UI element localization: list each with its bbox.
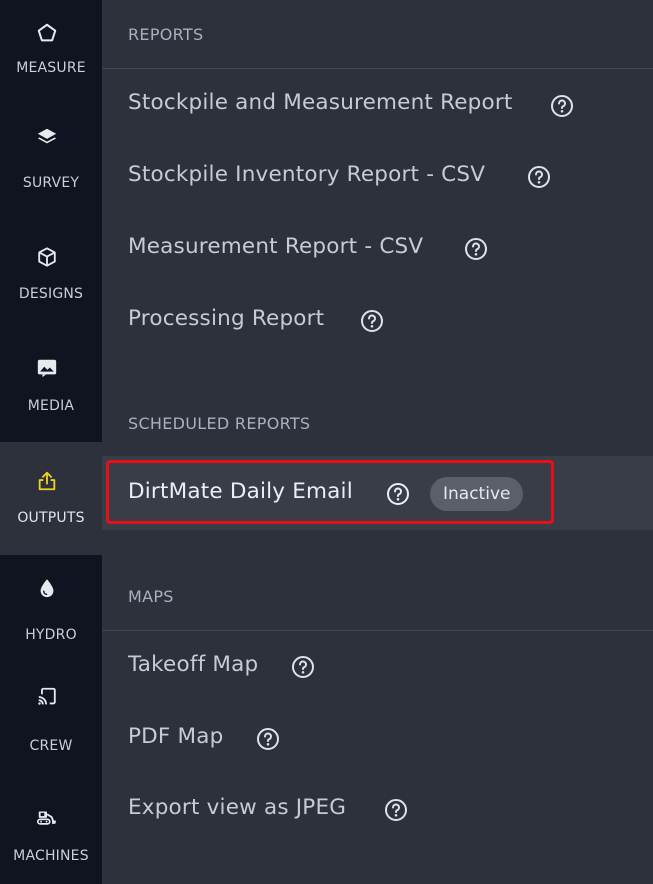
help-icon[interactable]: [386, 482, 410, 506]
nav-label: OUTPUTS: [17, 510, 85, 526]
menu-item-label: PDF Map: [128, 724, 224, 749]
help-icon[interactable]: [550, 94, 574, 118]
help-icon[interactable]: [256, 727, 280, 751]
help-icon[interactable]: [464, 237, 488, 261]
share-upload-icon: [36, 470, 58, 492]
nav-item-outputs[interactable]: OUTPUTS: [0, 442, 102, 555]
menu-item-label: Processing Report: [128, 306, 325, 331]
divider: [102, 68, 653, 69]
nav-label: MACHINES: [13, 848, 89, 864]
nav-label: CREW: [29, 738, 73, 754]
menu-item-stockpile-measurement-report[interactable]: Stockpile and Measurement Report: [102, 76, 653, 132]
menu-item-takeoff-map[interactable]: Takeoff Map: [102, 638, 653, 694]
section-header-scheduled-reports: SCHEDULED REPORTS: [128, 414, 311, 433]
menu-item-label: Takeoff Map: [128, 652, 259, 677]
image-icon: [36, 357, 58, 379]
menu-item-dirtmate-daily-email[interactable]: DirtMate Daily Email Inactive: [102, 456, 653, 530]
pentagon-icon: [36, 22, 58, 44]
help-icon[interactable]: [527, 165, 551, 189]
menu-item-label: Measurement Report - CSV: [128, 234, 424, 259]
nav-label: MEASURE: [16, 60, 86, 76]
nav-label: DESIGNS: [18, 286, 84, 302]
help-icon[interactable]: [291, 655, 315, 679]
nav-label: HYDRO: [25, 627, 77, 643]
menu-item-label: Stockpile and Measurement Report: [128, 90, 513, 115]
nav-item-designs[interactable]: DESIGNS: [0, 228, 102, 328]
section-header-reports: REPORTS: [128, 25, 204, 44]
menu-item-label: Export view as JPEG: [128, 795, 347, 820]
excavator-icon: [36, 806, 58, 828]
menu-item-label: DirtMate Daily Email: [128, 479, 353, 504]
nav-item-crew[interactable]: CREW: [0, 676, 102, 776]
outputs-panel: REPORTS Stockpile and Measurement Report…: [102, 0, 653, 884]
menu-item-pdf-map[interactable]: PDF Map: [102, 710, 653, 766]
nav-item-media[interactable]: MEDIA: [0, 340, 102, 440]
menu-item-label: Stockpile Inventory Report - CSV: [128, 162, 486, 187]
water-drop-icon: [36, 577, 58, 599]
divider: [102, 630, 653, 631]
help-icon[interactable]: [384, 798, 408, 822]
layers-icon: [36, 126, 58, 148]
menu-item-export-view-jpeg[interactable]: Export view as JPEG: [102, 781, 653, 837]
section-header-maps: MAPS: [128, 587, 174, 606]
help-icon[interactable]: [360, 309, 384, 333]
nav-label: MEDIA: [27, 398, 75, 414]
menu-item-stockpile-inventory-csv[interactable]: Stockpile Inventory Report - CSV: [102, 148, 653, 204]
cast-device-icon: [36, 686, 58, 708]
nav-label: SURVEY: [22, 175, 80, 191]
nav-item-measure[interactable]: MEASURE: [0, 0, 102, 96]
menu-item-processing-report[interactable]: Processing Report: [102, 292, 653, 348]
status-badge: Inactive: [430, 477, 524, 511]
cube-icon: [36, 246, 58, 268]
nav-item-survey[interactable]: SURVEY: [0, 112, 102, 212]
nav-rail: MEASURE SURVEY DESIGNS MEDIA OUTPUTS HYD…: [0, 0, 102, 884]
menu-item-measurement-report-csv[interactable]: Measurement Report - CSV: [102, 220, 653, 276]
nav-item-hydro[interactable]: HYDRO: [0, 565, 102, 665]
nav-item-machines[interactable]: MACHINES: [0, 790, 102, 884]
